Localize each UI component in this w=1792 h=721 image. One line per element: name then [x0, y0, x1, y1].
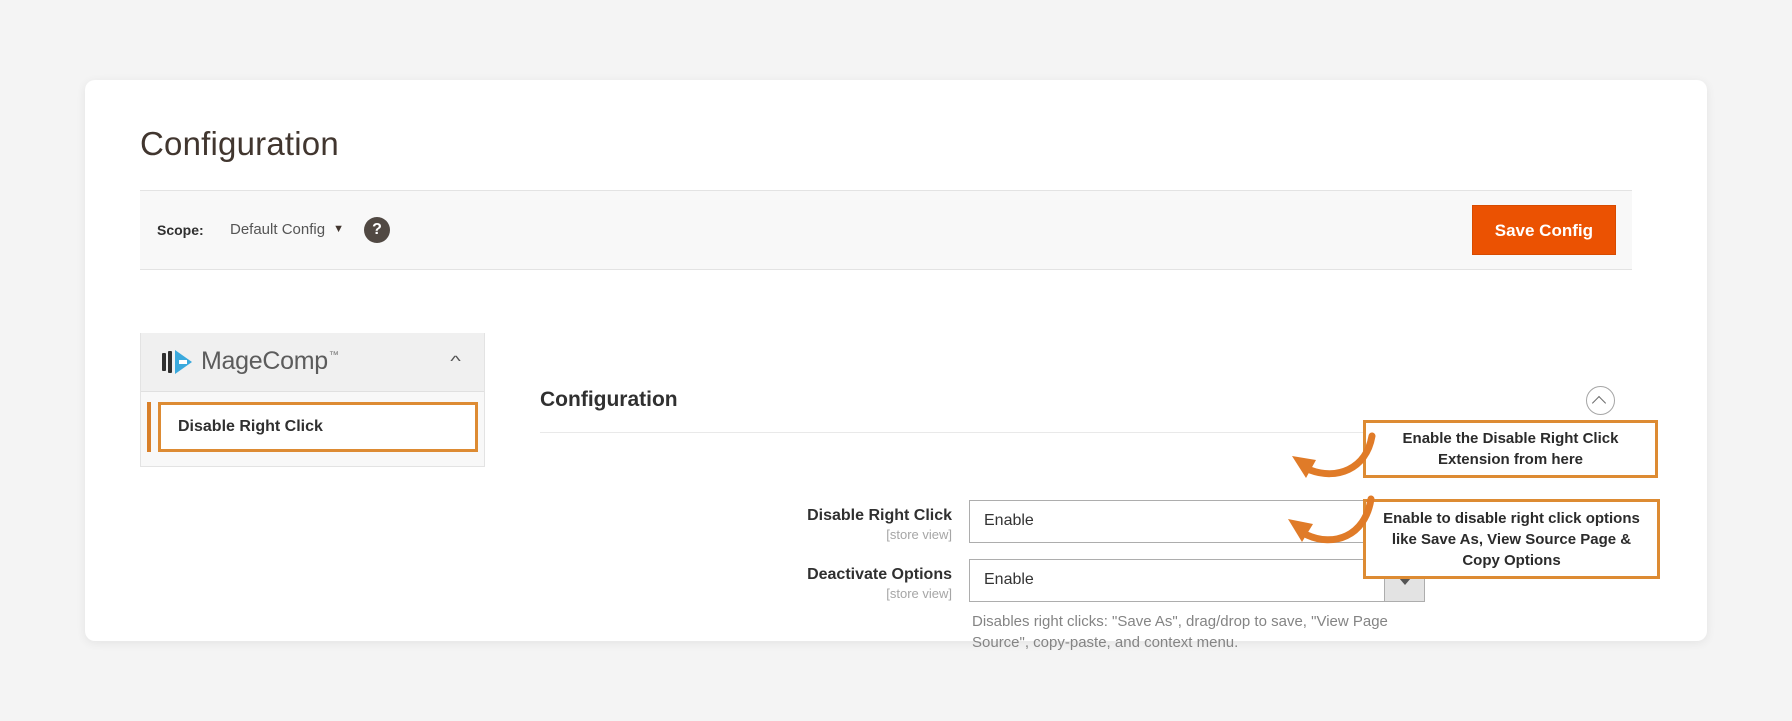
- chevron-up-icon[interactable]: ^: [450, 353, 461, 370]
- chevron-down-icon: ▼: [333, 223, 344, 235]
- annotation-callout-2: Enable to disable right click options li…: [1363, 499, 1660, 579]
- scope-label: Scope:: [157, 222, 204, 238]
- brand-name: MageComp™: [201, 347, 339, 376]
- save-config-button[interactable]: Save Config: [1471, 205, 1616, 255]
- page-title: Configuration: [140, 125, 339, 162]
- logo-bar-2: [168, 350, 172, 373]
- field-scope-text: [store view]: [886, 527, 952, 542]
- field-label-text: Deactivate Options: [807, 566, 952, 583]
- field-label-text: Disable Right Click: [807, 507, 952, 524]
- sidebar-item-disable-right-click[interactable]: Disable Right Click: [158, 402, 478, 452]
- disable-right-click-select[interactable]: Enable: [969, 500, 1425, 543]
- field-label: Deactivate Options [store view]: [540, 565, 952, 603]
- logo-bar-1: [162, 352, 166, 371]
- brand-name-text: MageComp: [201, 347, 328, 375]
- logo-mark: [162, 349, 192, 375]
- annotation-text: Enable to disable right click options li…: [1383, 509, 1640, 569]
- chevron-up-circle-icon[interactable]: [1586, 386, 1615, 415]
- field-help-text: Disables right clicks: "Save As", drag/d…: [972, 613, 1388, 651]
- trademark-symbol: ™: [328, 350, 339, 361]
- annotation-callout-1: Enable the Disable Right Click Extension…: [1363, 420, 1658, 478]
- logo-arrow-shape: [175, 349, 192, 374]
- section-title: Configuration: [540, 388, 678, 411]
- sidebar-nav-panel: MageComp™ ^ Disable Right Click: [140, 333, 485, 467]
- sidebar-section-magecomp[interactable]: MageComp™ ^: [141, 333, 484, 392]
- scope-bar: Scope: Default Config ▼ ? Save Config: [140, 190, 1632, 270]
- select-value: Enable: [984, 512, 1034, 529]
- annotation-text: Enable the Disable Right Click Extension…: [1402, 430, 1619, 468]
- magecomp-logo-icon: MageComp™: [162, 347, 339, 376]
- scope-select-value: Default Config: [230, 221, 326, 238]
- field-scope-text: [store view]: [886, 586, 952, 601]
- field-label: Disable Right Click [store view]: [540, 506, 952, 544]
- question-mark-icon[interactable]: ?: [364, 217, 390, 243]
- scope-select[interactable]: Default Config ▼: [230, 221, 344, 238]
- sidebar-item-row: Disable Right Click: [141, 402, 484, 452]
- select-value: Enable: [984, 571, 1034, 588]
- active-accent-bar: [147, 402, 151, 452]
- deactivate-options-select[interactable]: Enable: [969, 559, 1425, 602]
